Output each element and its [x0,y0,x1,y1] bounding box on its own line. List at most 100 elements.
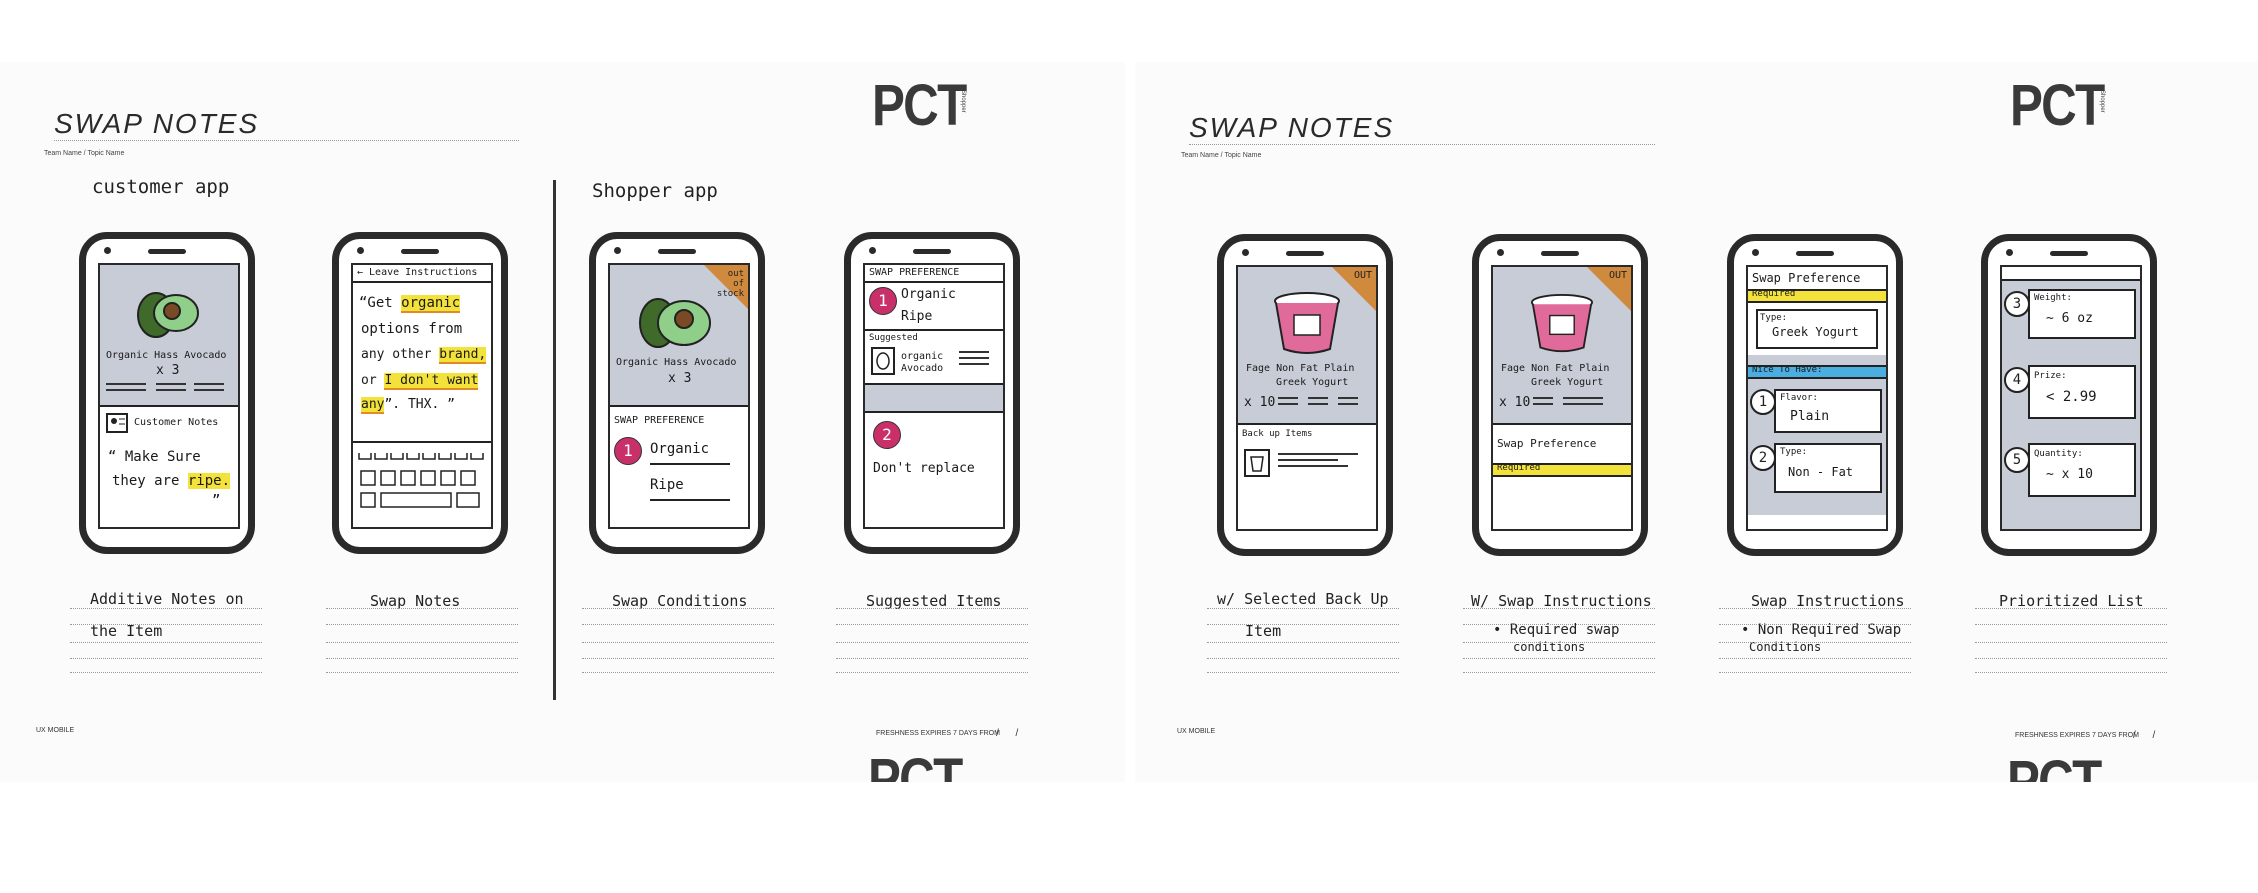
caption-rule [1719,658,1911,659]
phone-screen: ← Leave Instructions “Get organic option… [351,263,493,529]
pct-logo-text: PCT [2010,73,2105,138]
speaker-slot [1541,251,1579,256]
speaker-slot [1286,251,1324,256]
caption-rule [1463,624,1655,625]
speaker-slot [658,249,696,254]
phone-screen: Swap Preference Required Type: Greek Yog… [1746,265,1888,531]
pref-ripe: Ripe [901,309,933,324]
badge-text: out of stock [716,269,744,299]
instr-highlight: any [361,397,385,414]
flavor-label: Flavor: [1780,393,1818,403]
caption-rule [582,658,774,659]
screen-header[interactable]: ← Leave Instructions [357,267,477,278]
phone-suggested-items: SWAP PREFERENCE 1 Organic Ripe Suggested… [844,232,1020,554]
product-qty: x 3 [156,363,180,378]
priority-1-icon: 1 [1750,389,1776,415]
bottom-logo: PCT [2007,748,2107,782]
keyboard-divider [353,441,491,443]
detail-lines [156,383,186,395]
instr-highlight: brand, [439,347,487,364]
caption-rule [1975,672,2167,673]
product-image-area: OUT Fage Non Fat Plain Greek Yogurt x 10 [1238,267,1376,423]
detail-lines [1563,397,1603,409]
pref-underline [650,499,730,501]
weight-label: Weight: [2034,293,2072,303]
speaker-slot [401,249,439,254]
speaker-slot [1796,251,1834,256]
camera-dot [869,247,876,254]
caption-rule [70,672,262,673]
caption-rule [1207,642,1399,643]
phone-prioritized-list: 3 Weight: ~ 6 oz 4 Prize: < 2.99 5 Quant… [1981,234,2157,556]
camera-dot [1497,249,1504,256]
priority-3-icon: 3 [2004,291,2030,317]
caption-rule [326,672,518,673]
prize-label: Prize: [2034,371,2067,381]
suggested-avocado-icon[interactable] [871,347,895,375]
swap-pref-label[interactable]: Swap Preference [1497,437,1596,450]
caption-rule [836,672,1028,673]
pref-organic: Organic [901,287,956,302]
section-shopper-app: Shopper app [592,180,718,202]
pct-logo: PCT [2010,72,2110,142]
pref-underline [650,463,730,465]
notes-icon [106,413,128,433]
backup-item-icon[interactable] [1244,449,1270,477]
dont-replace-label[interactable]: Don't replace [873,461,975,476]
badge-text: OUT [1608,270,1627,281]
instr-text: any other [361,347,440,362]
yogurt-cup-icon [1531,293,1593,353]
suggested-label: Suggested [869,333,918,343]
caption-rule [582,642,774,643]
product-name: Organic Hass Avocado [616,357,737,368]
caption-rule [70,658,262,659]
instr-line-1: “Get organic [359,295,461,313]
caption-rule [1463,672,1655,673]
product-name-line-2: Greek Yogurt [1531,377,1604,388]
caption-rule [70,642,262,643]
left-sheet: SWAP NOTES Team Name / Topic Name PCT Sh… [0,62,1125,782]
flavor-value: Plain [1790,409,1830,424]
pct-logo-text: PCT [872,73,967,138]
caption-rule [1463,608,1655,609]
instr-text: or [361,373,385,388]
divider-line [1238,423,1376,425]
caption-rule [1719,608,1911,609]
note-text: they are [112,473,188,489]
right-sheet: SWAP NOTES Team Name / Topic Name PCT Sh… [1135,62,2258,782]
priority-4-icon: 4 [2004,367,2030,393]
avocado-icon [639,298,711,348]
caption-rule [1719,672,1911,673]
note-highlight: ripe. [187,473,231,489]
phone-backup-item: OUT Fage Non Fat Plain Greek Yogurt x 10… [1217,234,1393,556]
footer-slashes: / / [996,728,1019,739]
caption-rule [1463,642,1655,643]
priority-5-icon: 5 [2004,447,2030,473]
note-line-2: they are ripe. [112,473,231,489]
caption-rule [1975,658,2167,659]
divider-line [100,405,238,407]
swap-pref-header: Swap Preference [1752,271,1861,285]
instr-text: “Get [359,295,402,311]
instr-line-3: any other brand, [361,347,487,364]
caption-rule [836,658,1028,659]
suggested-item-name[interactable]: organic Avocado [901,351,951,375]
caption-rule [1719,624,1911,625]
quantity-value: ~ x 10 [2046,467,2093,482]
type2-value: Non - Fat [1788,465,1854,479]
title-rule [54,140,519,141]
caption-rule [836,624,1028,625]
instr-highlight: I don't want [384,373,479,390]
swap-pref-header: SWAP PREFERENCE [869,267,960,278]
footer-left: UX MOBILE [36,727,75,734]
pref-ripe: Ripe [650,477,684,493]
caption-selected-backup: w/ Selected Back Up [1217,590,1389,608]
priority-2-icon: 2 [1750,445,1776,471]
priority-2-icon: 2 [873,421,901,449]
pct-logo-sub: Shopper [960,90,966,113]
caption-rule [70,624,262,625]
caption-rule [1207,672,1399,673]
detail-lines [1278,397,1298,409]
keyboard-icon[interactable] [357,449,487,519]
section-divider [553,180,556,700]
